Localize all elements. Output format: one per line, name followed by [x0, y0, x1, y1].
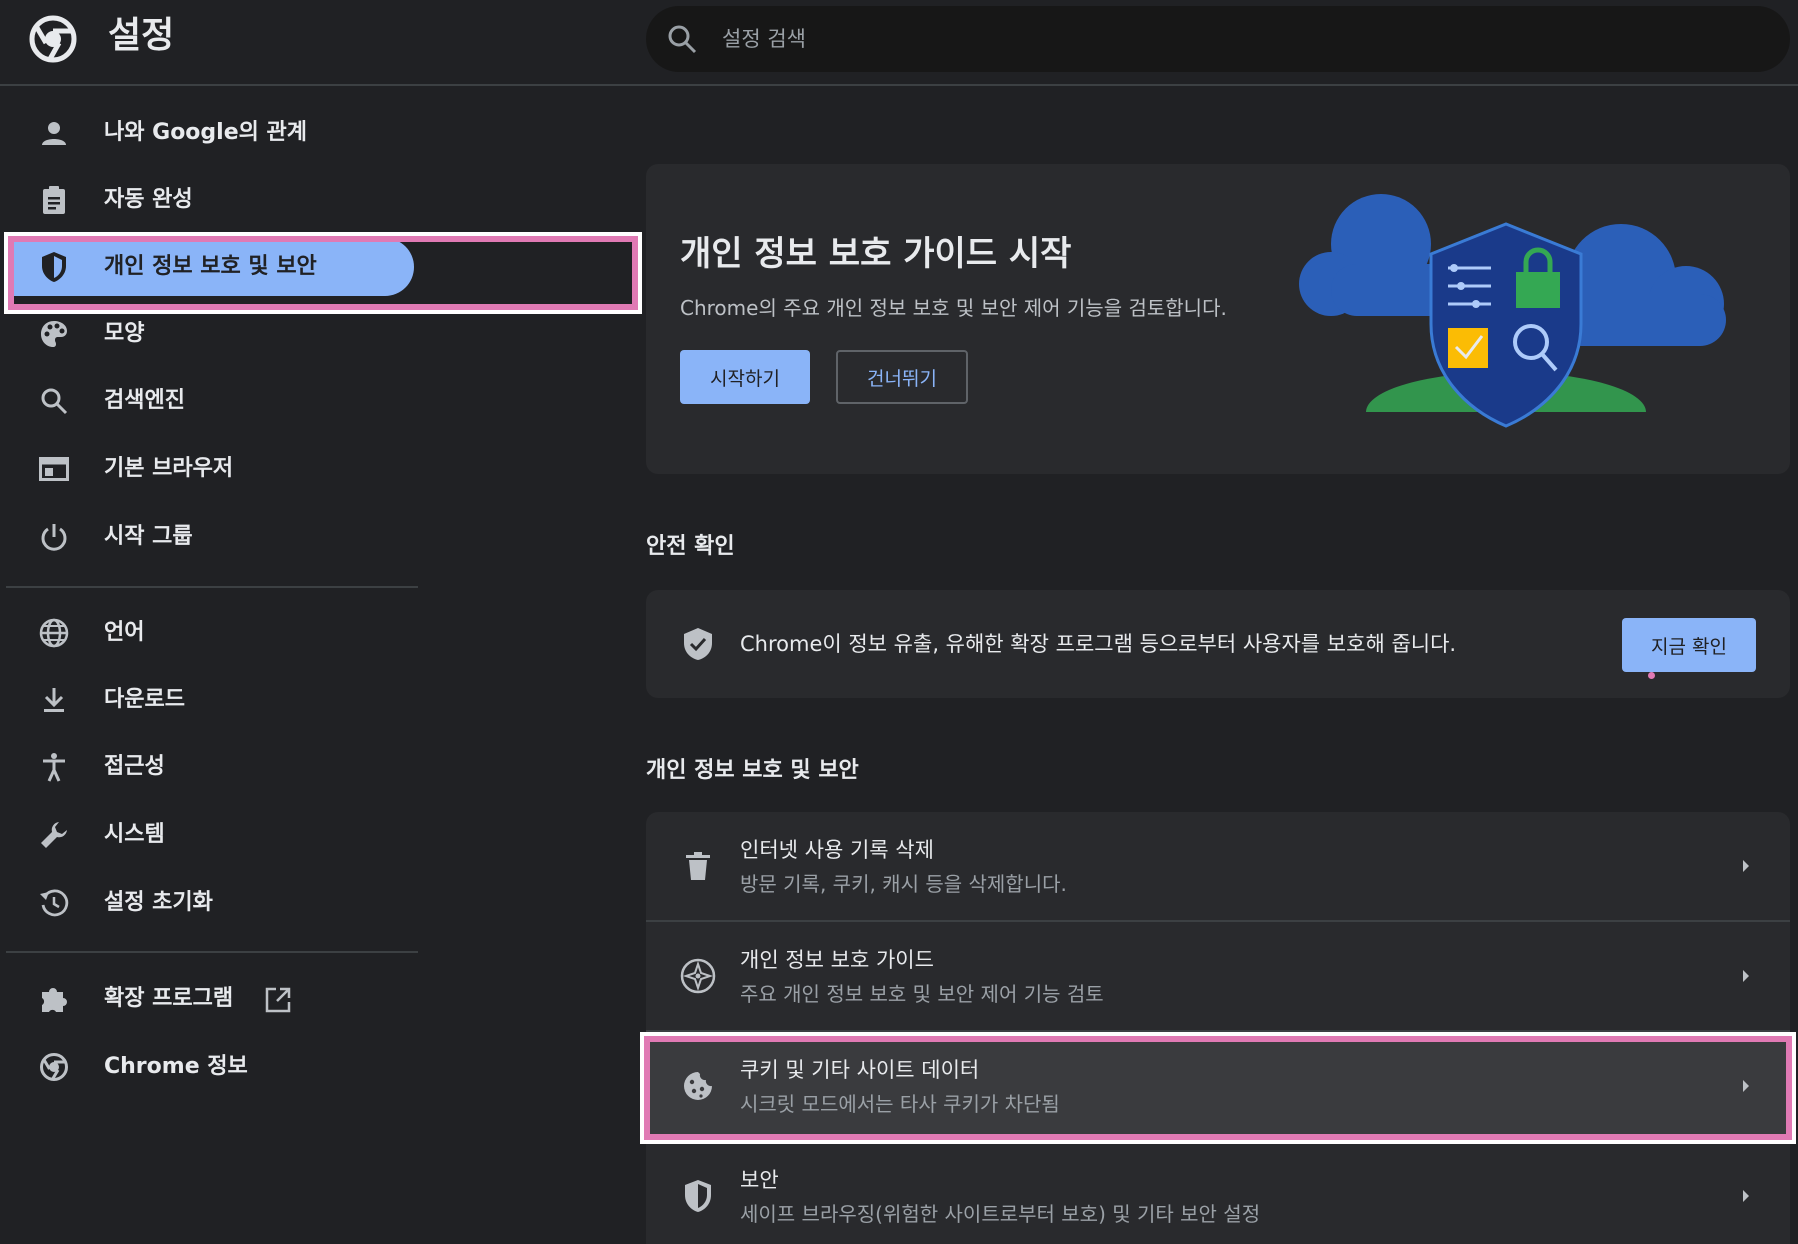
sidebar-item-search-engine[interactable]: 검색엔진 [14, 372, 414, 430]
verified-shield-icon [684, 628, 712, 660]
row-subtitle: 시크릿 모드에서는 타사 쿠키가 차단됨 [740, 1092, 1060, 1116]
sidebar-item-label: 시작 그룹 [104, 524, 193, 549]
privacy-security-heading: 개인 정보 보호 및 보안 [646, 758, 859, 783]
puzzle-icon [38, 983, 70, 1015]
safety-check-card: Chrome이 정보 유출, 유해한 확장 프로그램 등으로부터 사용자를 보호… [646, 590, 1790, 698]
sidebar-item-system[interactable]: 시스템 [14, 806, 414, 864]
privacy-settings-list: 인터넷 사용 기록 삭제 방문 기록, 쿠키, 캐시 등을 삭제합니다. 개인 … [646, 812, 1790, 1244]
list-item-clear-browsing-data[interactable]: 인터넷 사용 기록 삭제 방문 기록, 쿠키, 캐시 등을 삭제합니다. [646, 812, 1790, 920]
page-title: 설정 [108, 15, 175, 56]
sidebar-divider [6, 951, 418, 953]
privacy-guide-card: 개인 정보 보호 가이드 시작 Chrome의 주요 개인 정보 보호 및 보안… [646, 164, 1790, 474]
row-title: 인터넷 사용 기록 삭제 [740, 838, 934, 862]
start-button[interactable]: 시작하기 [680, 350, 810, 404]
list-item-cookies[interactable]: 쿠키 및 기타 사이트 데이터 시크릿 모드에서는 타사 쿠키가 차단됨 [646, 1032, 1790, 1140]
history-icon [38, 887, 70, 919]
sidebar-item-label: 검색엔진 [104, 388, 185, 413]
clipboard-icon [38, 184, 70, 216]
chevron-right-icon [1743, 860, 1749, 872]
power-icon [38, 521, 70, 553]
accessibility-icon [38, 751, 70, 783]
row-subtitle: 주요 개인 정보 보호 및 보안 제어 기능 검토 [740, 982, 1104, 1006]
row-subtitle: 세이프 브라우징(위험한 사이트로부터 보호) 및 기타 보안 설정 [740, 1202, 1261, 1226]
sidebar-item-label: 자동 완성 [104, 187, 193, 212]
compass-icon [678, 956, 718, 996]
sidebar-item-privacy-security[interactable]: 개인 정보 보호 및 보안 [14, 238, 414, 296]
sidebar-item-autofill[interactable]: 자동 완성 [14, 171, 414, 229]
row-subtitle: 방문 기록, 쿠키, 캐시 등을 삭제합니다. [740, 872, 1067, 896]
palette-icon [38, 318, 70, 350]
cookie-icon [678, 1066, 718, 1106]
row-title: 쿠키 및 기타 사이트 데이터 [740, 1058, 980, 1082]
safety-check-text: Chrome이 정보 유출, 유해한 확장 프로그램 등으로부터 사용자를 보호… [740, 632, 1457, 656]
check-now-button[interactable]: 지금 확인 [1622, 618, 1756, 672]
sidebar-item-accessibility[interactable]: 접근성 [14, 738, 414, 796]
sidebar-item-label: 시스템 [104, 822, 165, 847]
row-title: 개인 정보 보호 가이드 [740, 948, 934, 972]
sidebar-item-label: Chrome 정보 [104, 1054, 248, 1079]
sidebar-item-default-browser[interactable]: 기본 브라우저 [14, 440, 414, 498]
skip-button[interactable]: 건너뛰기 [836, 350, 968, 404]
download-icon [38, 684, 70, 716]
safety-check-heading: 안전 확인 [646, 534, 735, 559]
guide-title: 개인 정보 보호 가이드 시작 [680, 234, 1072, 274]
sidebar-item-label: 개인 정보 보호 및 보안 [104, 254, 317, 279]
sidebar-item-label: 설정 초기화 [104, 890, 213, 915]
row-title: 보안 [740, 1168, 779, 1192]
sidebar-item-label: 모양 [104, 321, 145, 346]
guide-description: Chrome의 주요 개인 정보 보호 및 보안 제어 기능을 검토합니다. [680, 296, 1227, 320]
sidebar-item-label: 다운로드 [104, 687, 185, 712]
sidebar-item-label: 확장 프로그램 [104, 986, 234, 1011]
app-header: 설정 [0, 0, 1798, 86]
sidebar-item-you-and-google[interactable]: 나와 Google의 관계 [14, 104, 414, 162]
sidebar-item-about-chrome[interactable]: Chrome 정보 [14, 1038, 414, 1096]
privacy-shield-illustration [1299, 194, 1726, 444]
sidebar-item-label: 나와 Google의 관계 [104, 120, 308, 145]
search-bar[interactable] [646, 6, 1790, 72]
browser-icon [38, 453, 70, 485]
sidebar-item-appearance[interactable]: 모양 [14, 305, 414, 363]
search-input[interactable] [722, 18, 1762, 60]
trash-icon [678, 846, 718, 886]
search-icon [668, 25, 697, 54]
chrome-icon [38, 1051, 70, 1083]
sidebar-item-label: 기본 브라우저 [104, 456, 234, 481]
external-link-icon [265, 987, 291, 1013]
list-item-privacy-guide[interactable]: 개인 정보 보호 가이드 주요 개인 정보 보호 및 보안 제어 기능 검토 [646, 922, 1790, 1030]
chevron-right-icon [1743, 1190, 1749, 1202]
shield-icon [38, 251, 70, 283]
security-shield-icon [678, 1176, 718, 1216]
globe-icon [38, 617, 70, 649]
sidebar-item-extensions[interactable]: 확장 프로그램 [14, 970, 414, 1028]
search-icon [38, 385, 70, 417]
sidebar-item-languages[interactable]: 언어 [14, 604, 414, 662]
sidebar-item-label: 접근성 [104, 754, 165, 779]
sidebar-item-on-startup[interactable]: 시작 그룹 [14, 508, 414, 566]
sidebar-divider [6, 586, 418, 588]
sidebar-item-label: 언어 [104, 620, 145, 645]
sidebar-item-downloads[interactable]: 다운로드 [14, 671, 414, 729]
chrome-logo-icon [29, 15, 77, 63]
sidebar-item-reset[interactable]: 설정 초기화 [14, 874, 414, 932]
list-item-security[interactable]: 보안 세이프 브라우징(위험한 사이트로부터 보호) 및 기타 보안 설정 [646, 1142, 1790, 1244]
chevron-right-icon [1743, 970, 1749, 982]
chevron-right-icon [1743, 1080, 1749, 1092]
person-icon [38, 117, 70, 149]
wrench-icon [38, 819, 70, 851]
cursor-indicator [1648, 672, 1655, 679]
